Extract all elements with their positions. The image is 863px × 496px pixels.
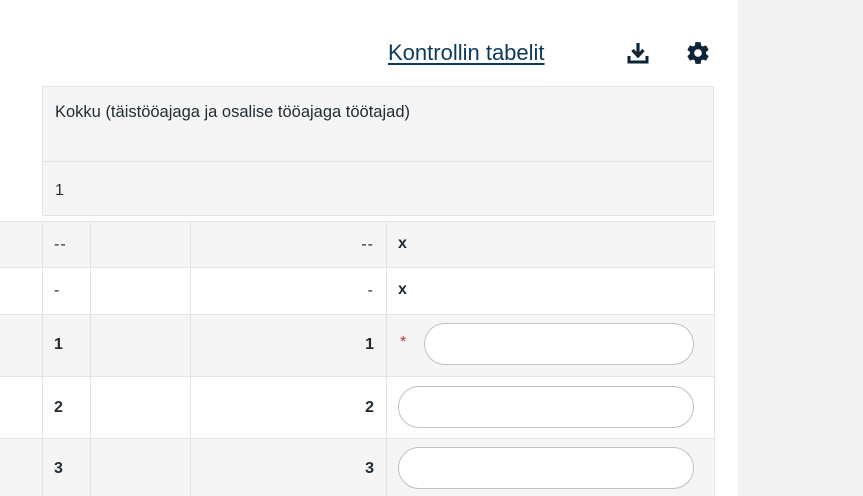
grid-line	[42, 221, 43, 496]
row-code-cell: 1	[54, 336, 63, 353]
value-input[interactable]	[398, 447, 694, 489]
row-code-cell: 3	[365, 460, 374, 477]
grid-line	[190, 221, 191, 496]
grid-line	[714, 221, 715, 496]
row-code-cell: 1	[365, 336, 374, 353]
table-row: -- -- x	[0, 221, 714, 268]
row-code-cell: 2	[54, 399, 63, 416]
required-mark: *	[400, 334, 407, 351]
check-table-link[interactable]: Kontrollin tabelit	[388, 40, 545, 66]
row-code-cell: 2	[365, 399, 374, 416]
table-row: 3 3	[0, 439, 714, 496]
download-icon[interactable]	[622, 38, 654, 68]
grid-line	[90, 221, 91, 496]
table-toolbar: Kontrollin tabelit	[388, 36, 709, 70]
row-code-cell: --	[361, 236, 374, 253]
grid-line	[386, 221, 387, 496]
row-code-cell: --	[54, 236, 67, 253]
table-row: - - x	[0, 268, 714, 315]
disabled-cell-mark: x	[398, 281, 407, 298]
table-row: 2 2	[0, 377, 714, 439]
row-code-cell: -	[54, 282, 61, 299]
table-row: 1 1 *	[0, 315, 714, 377]
table-column-header: Kokku (täistööajaga ja osalise tööajaga …	[42, 86, 714, 162]
row-code-cell: -	[367, 282, 374, 299]
gear-icon[interactable]	[682, 38, 714, 68]
side-panel	[738, 0, 863, 496]
value-input[interactable]	[424, 323, 694, 365]
value-input[interactable]	[398, 386, 694, 428]
table-column-number: 1	[42, 162, 714, 216]
row-code-cell: 3	[54, 460, 63, 477]
disabled-cell-mark: x	[398, 235, 407, 252]
